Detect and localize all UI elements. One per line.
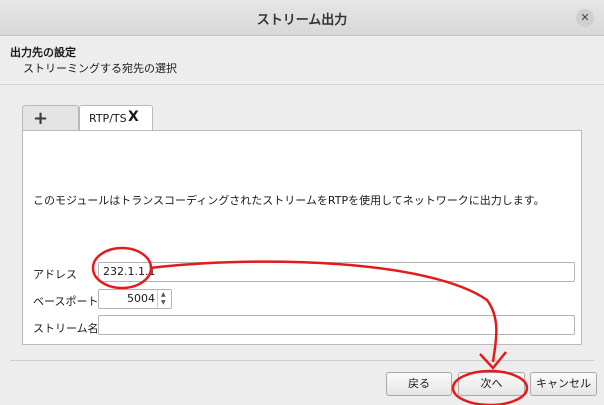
step-subtitle: ストリーミングする宛先の選択	[23, 62, 177, 75]
module-description: このモジュールはトランスコーディングされたストリームをRTPを使用してネットワー…	[33, 194, 545, 207]
cancel-button[interactable]: キャンセル	[530, 372, 597, 396]
step-title: 出力先の設定	[10, 46, 76, 59]
tab-rtp-ts[interactable]: RTP/TS X	[79, 105, 153, 131]
stream-name-field[interactable]	[98, 315, 575, 335]
window-title: ストリーム出力	[256, 13, 348, 28]
address-label: アドレス	[33, 268, 77, 281]
tab-rtp-ts-label: RTP/TS	[89, 112, 127, 125]
close-icon[interactable]: ✕	[576, 9, 594, 27]
plus-icon: +	[33, 108, 49, 129]
close-tab-icon[interactable]: X	[128, 109, 139, 125]
tab-add[interactable]: +	[22, 105, 79, 130]
spin-down-icon[interactable]: ▼	[161, 299, 166, 306]
wizard-header: 出力先の設定 ストリーミングする宛先の選択	[0, 36, 604, 85]
rtp-settings-panel: このモジュールはトランスコーディングされたストリームをRTPを使用してネットワー…	[22, 130, 582, 345]
baseport-spinbox[interactable]: 5004 ▲ ▼	[98, 289, 172, 309]
baseport-label: ベースポート	[33, 295, 99, 308]
spin-up-icon[interactable]: ▲	[161, 291, 166, 298]
baseport-spin-arrows[interactable]: ▲ ▼	[157, 290, 171, 308]
title-bar: ストリーム出力 ✕	[0, 0, 604, 36]
back-button[interactable]: 戻る	[386, 372, 452, 396]
footer-divider	[10, 360, 594, 361]
stream-name-label: ストリーム名	[33, 322, 99, 335]
next-button[interactable]: 次へ	[458, 372, 525, 396]
address-field[interactable]: 232.1.1.1	[98, 262, 575, 282]
baseport-value: 5004	[127, 292, 155, 305]
